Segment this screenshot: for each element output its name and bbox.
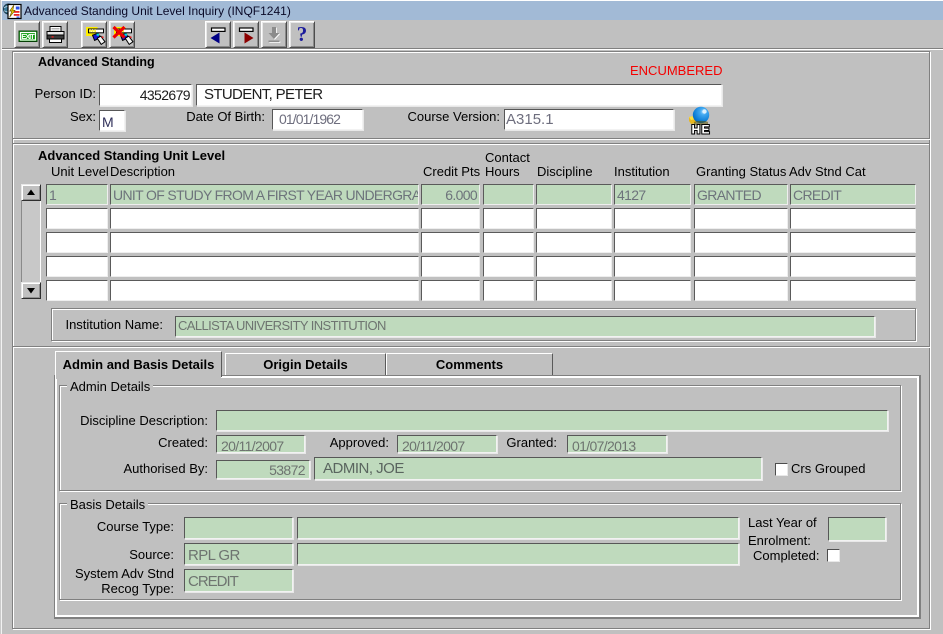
svg-text:HE: HE <box>692 123 710 136</box>
svg-text:EXIT: EXIT <box>21 32 35 41</box>
svg-text:?: ? <box>297 22 308 46</box>
